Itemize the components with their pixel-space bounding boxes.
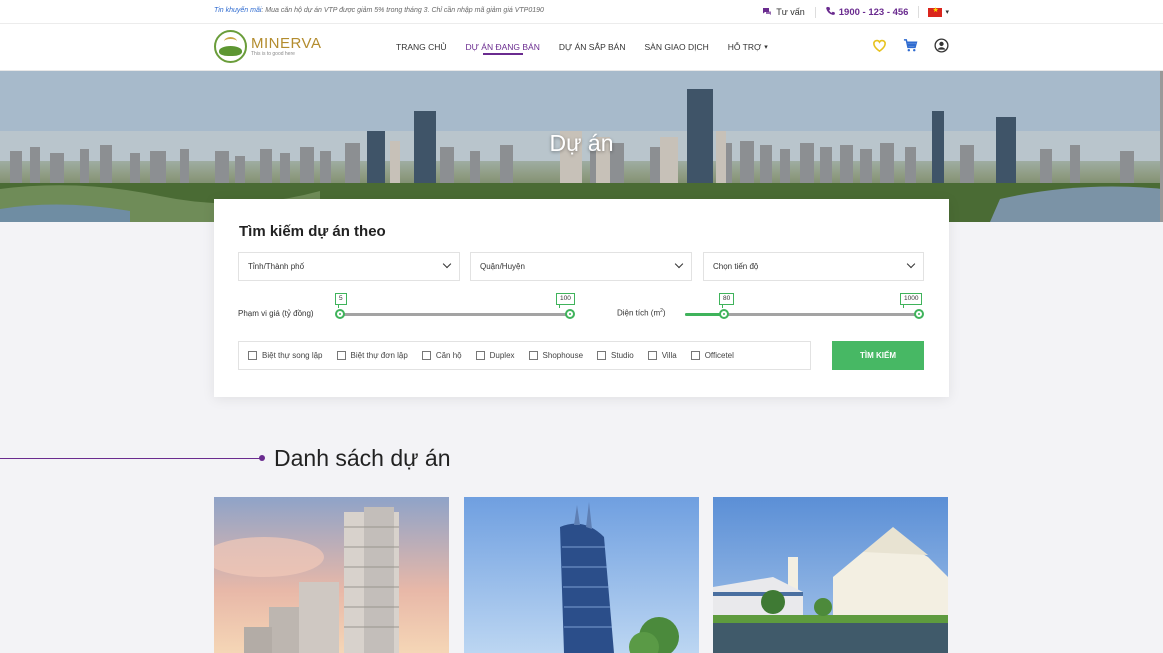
chevron-down-icon: ▾	[945, 9, 949, 16]
progress-select[interactable]: Chọn tiến độ	[703, 252, 924, 281]
type-checkbox[interactable]: Căn hộ	[421, 351, 462, 360]
checkbox-icon[interactable]	[336, 351, 346, 360]
promo-label[interactable]: Tin khuyến mãi	[214, 7, 261, 14]
section-divider	[0, 458, 260, 459]
chevron-down-icon: ▾	[764, 44, 768, 51]
logo-mark-icon	[214, 30, 247, 63]
hotline-number: 1900 - 123 - 456	[838, 6, 909, 18]
vietnam-flag-icon	[928, 6, 943, 17]
logo[interactable]: MINERVA This is to good here	[214, 30, 321, 63]
search-panel: Tìm kiếm dự án theo Tỉnh/Thành phố Quận/…	[214, 199, 949, 397]
project-card[interactable]	[464, 497, 699, 653]
area-label-suffix: )	[662, 308, 666, 318]
price-max-value: 100	[556, 293, 575, 308]
user-icon[interactable]	[934, 38, 949, 53]
checkbox-icon[interactable]	[528, 351, 538, 360]
menu-item-home[interactable]: TRANG CHỦ	[396, 24, 447, 70]
checkbox-icon[interactable]	[597, 351, 607, 360]
area-max-value: 1000	[900, 293, 923, 308]
type-checkbox[interactable]: Officetel	[690, 351, 734, 360]
menu-item-support[interactable]: HỖ TRỢ ▾	[728, 24, 768, 70]
menu-item-exchange[interactable]: SÀN GIAO DỊCH	[644, 24, 708, 70]
hotline-link[interactable]: 1900 - 123 - 456	[816, 6, 920, 18]
city-select-value: Tỉnh/Thành phố	[248, 262, 305, 271]
price-slider-max-handle[interactable]	[565, 309, 575, 319]
type-label: Officetel	[704, 351, 734, 360]
menu-item-support-label: HỖ TRỢ	[727, 42, 762, 52]
language-selector[interactable]: ▾	[919, 6, 949, 17]
consult-link[interactable]: Tư vấn	[762, 6, 816, 18]
main-nav: MINERVA This is to good here TRANG CHỦ D…	[0, 24, 1163, 71]
district-select-value: Quận/Huyện	[480, 262, 525, 271]
chevron-down-icon	[674, 259, 684, 269]
logo-name: MINERVA	[251, 35, 322, 52]
area-range-label: Diện tích (m2)	[617, 308, 666, 318]
search-title: Tìm kiếm dự án theo	[239, 223, 386, 240]
type-checkbox[interactable]: Biệt thự đơn lập	[336, 351, 408, 360]
checkbox-icon[interactable]	[647, 351, 657, 360]
progress-select-value: Chọn tiến độ	[713, 262, 759, 271]
area-min-value: 80	[719, 293, 735, 308]
checkbox-icon[interactable]	[475, 351, 485, 360]
menu-item-upcoming-projects[interactable]: DỰ ÁN SẮP BÁN	[559, 24, 626, 70]
search-button[interactable]: TÌM KIẾM	[832, 341, 924, 370]
project-image	[713, 497, 948, 653]
area-label-prefix: Diện tích (m	[617, 308, 661, 318]
project-card[interactable]	[214, 497, 449, 653]
consult-label: Tư vấn	[776, 7, 805, 17]
price-slider-track[interactable]	[340, 313, 570, 316]
promo-banner[interactable]: Tin khuyến mãi: Mua căn hộ dự án VTP đượ…	[214, 7, 544, 14]
phone-icon	[825, 6, 835, 18]
type-checkbox[interactable]: Duplex	[475, 351, 515, 360]
checkbox-icon[interactable]	[421, 351, 431, 360]
heart-icon[interactable]	[872, 38, 887, 53]
type-label: Villa	[661, 351, 677, 360]
type-label: Shophouse	[542, 351, 584, 360]
area-slider-min-handle[interactable]	[719, 309, 729, 319]
project-image	[464, 497, 699, 653]
type-label: Căn hộ	[435, 351, 462, 360]
type-label: Studio	[611, 351, 634, 360]
city-select[interactable]: Tỉnh/Thành phố	[238, 252, 460, 281]
project-card[interactable]	[713, 497, 948, 653]
menu-item-selling-projects[interactable]: DỰ ÁN ĐANG BÁN	[466, 24, 540, 70]
checkbox-icon[interactable]	[690, 351, 700, 360]
logo-tagline: This is to good here	[251, 51, 295, 57]
type-label: Biệt thự đơn lập	[350, 351, 408, 360]
cart-icon[interactable]	[903, 38, 918, 53]
type-label: Biệt thự song lập	[262, 351, 323, 360]
page-title: Dự án	[549, 130, 614, 156]
chevron-down-icon	[906, 259, 916, 269]
type-checkbox[interactable]: Shophouse	[528, 351, 584, 360]
type-label: Duplex	[489, 351, 515, 360]
area-slider-max-handle[interactable]	[914, 309, 924, 319]
checkbox-icon[interactable]	[248, 351, 257, 360]
price-min-value: 5	[335, 293, 347, 308]
section-dot	[259, 455, 265, 461]
price-range-label: Phạm vi giá (tỷ đồng)	[238, 309, 314, 318]
chat-icon	[762, 7, 772, 18]
promo-text: : Mua căn hộ dự án VTP được giảm 5% tron…	[261, 7, 544, 14]
menu: TRANG CHỦ DỰ ÁN ĐANG BÁN DỰ ÁN SẮP BÁN S…	[396, 24, 787, 70]
chevron-down-icon	[442, 259, 452, 269]
type-checkbox[interactable]: Biệt thự song lập	[248, 351, 323, 360]
project-image	[214, 497, 449, 653]
district-select[interactable]: Quận/Huyện	[470, 252, 692, 281]
top-bar: Tin khuyến mãi: Mua căn hộ dự án VTP đượ…	[0, 0, 1163, 24]
price-slider-min-handle[interactable]	[335, 309, 345, 319]
project-list-title: Danh sách dự án	[274, 445, 451, 471]
type-checkbox[interactable]: Studio	[597, 351, 634, 360]
type-checkbox[interactable]: Villa	[647, 351, 677, 360]
property-type-filter: Biệt thự song lập Biệt thự đơn lập Căn h…	[238, 341, 811, 370]
